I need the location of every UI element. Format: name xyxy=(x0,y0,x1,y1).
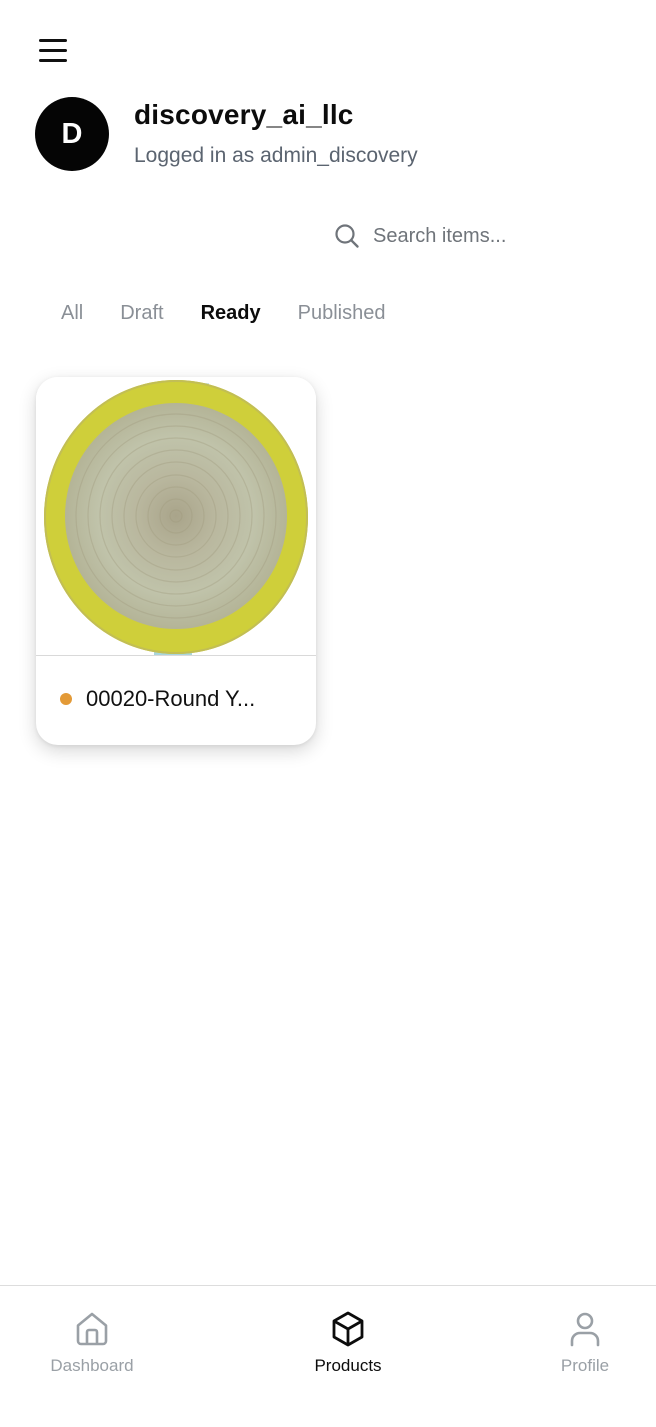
user-icon xyxy=(570,1312,600,1347)
menu-line xyxy=(39,39,67,42)
card-footer: 00020-Round Y... xyxy=(60,686,255,712)
nav-label-products: Products xyxy=(314,1356,382,1375)
product-title: 00020-Round Y... xyxy=(86,686,256,711)
account-name: discovery_ai_llc xyxy=(134,99,354,130)
tab-draft[interactable]: Draft xyxy=(120,302,163,325)
status-tabs: All Draft Ready Published xyxy=(61,302,385,325)
nav-dashboard[interactable]: Dashboard xyxy=(17,1310,167,1376)
menu-line xyxy=(39,49,67,52)
nav-products[interactable]: Products xyxy=(273,1310,423,1376)
product-image xyxy=(36,377,316,655)
search-icon xyxy=(335,224,359,248)
hamburger-menu-icon[interactable] xyxy=(34,34,72,68)
nav-profile[interactable]: Profile xyxy=(510,1310,656,1376)
nav-label-profile: Profile xyxy=(560,1356,610,1375)
nav-label-dashboard: Dashboard xyxy=(50,1356,134,1375)
search-bar[interactable] xyxy=(333,219,633,253)
menu-line xyxy=(39,59,67,62)
product-card[interactable]: 00020-Round Y... xyxy=(36,377,316,745)
card-divider xyxy=(36,655,316,656)
home-icon xyxy=(76,1312,108,1346)
box-icon xyxy=(332,1311,364,1347)
tab-published[interactable]: Published xyxy=(298,302,386,325)
bottom-nav: Dashboard Products Profile xyxy=(0,1285,656,1427)
logged-in-text: Logged in as admin_discovery xyxy=(134,144,418,167)
tab-ready[interactable]: Ready xyxy=(201,302,261,325)
search-input[interactable] xyxy=(373,224,603,248)
avatar: D xyxy=(35,97,109,171)
status-dot xyxy=(60,693,72,705)
tab-all[interactable]: All xyxy=(61,302,83,325)
